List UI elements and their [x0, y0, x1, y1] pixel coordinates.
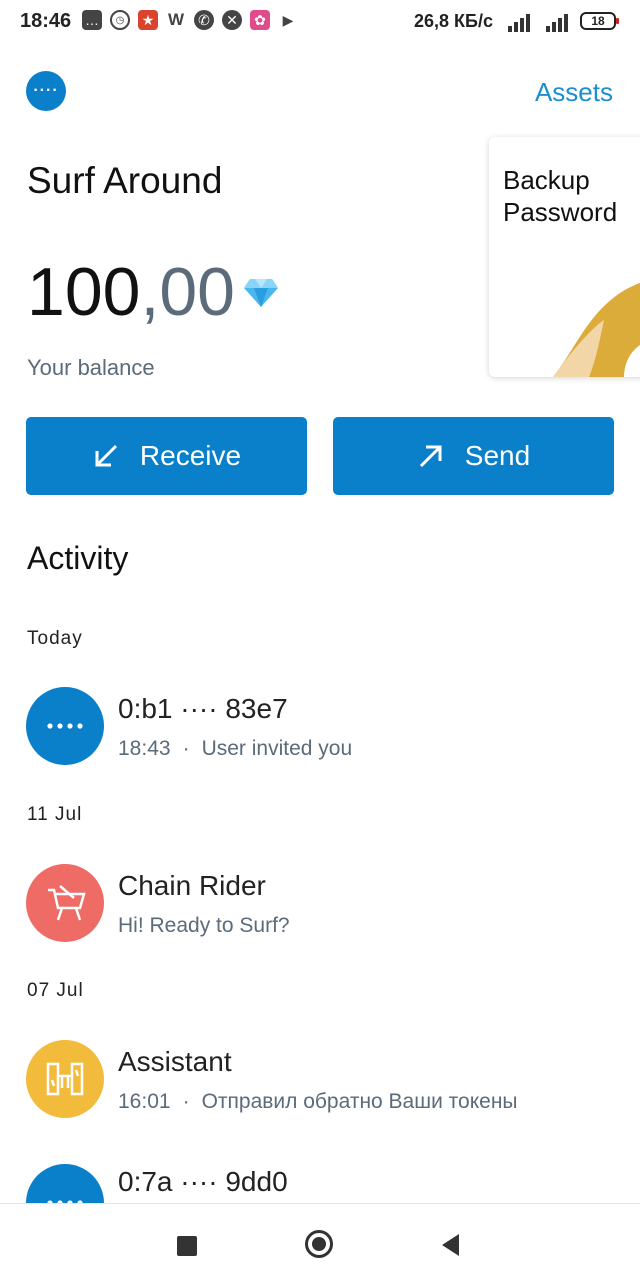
gem-icon [244, 279, 278, 307]
activity-item[interactable]: Chain Rider Hi! Ready to Surf? [26, 864, 626, 944]
status-time: 18:46 [20, 10, 72, 32]
balance-amount: 100,00 [27, 253, 235, 331]
gallery-icon: ✿ [250, 10, 270, 30]
balance-integer: 100 [27, 254, 141, 330]
assistant-icon [26, 1040, 104, 1118]
system-nav-bar [0, 1203, 640, 1281]
send-label: Send [464, 440, 531, 471]
activity-item-time: 18:43 [118, 737, 171, 760]
activity-item-title: 0:b1 ···· 83e7 [118, 693, 288, 724]
arrow-up-right-icon [419, 445, 442, 468]
separator-dot: · [182, 1090, 190, 1113]
play-icon: ▶ [282, 11, 294, 28]
activity-title: Activity [27, 540, 129, 576]
wallet-name: Surf Around [27, 160, 223, 201]
date-header: Today [27, 628, 83, 649]
separator-dot: · [182, 737, 190, 760]
receive-button[interactable]: Receive [26, 417, 307, 495]
ellipsis-icon [26, 687, 104, 765]
menu-button[interactable]: ···· [26, 71, 66, 111]
activity-item-time: 16:01 [118, 1090, 171, 1113]
activity-item-message: User invited you [201, 737, 353, 760]
back-icon[interactable] [442, 1234, 459, 1256]
app-icon: ★ [138, 10, 158, 30]
home-icon[interactable] [305, 1230, 333, 1258]
backup-card-illustration [553, 283, 640, 377]
date-header: 11 Jul [27, 804, 83, 825]
battery-icon: 18 [580, 12, 619, 30]
shortcut-icon: ✕ [222, 10, 242, 30]
backup-card-title: Backup Password [503, 165, 618, 227]
backup-password-card[interactable]: Backup Password [489, 137, 640, 377]
status-bar: 18:46 … ◷ ★ W ✆ ✕ ✿ ▶ 26,8 КБ/с 18 [0, 0, 640, 46]
assets-link[interactable]: Assets [535, 77, 613, 108]
activity-item-subtitle: 18:43 · User invited you [118, 737, 352, 761]
whatsapp-icon: ✆ [194, 10, 214, 30]
activity-item-title: Assistant [118, 1046, 232, 1077]
receive-label: Receive [139, 440, 242, 471]
send-button[interactable]: Send [333, 417, 614, 495]
activity-item-subtitle: 16:01 · Отправил обратно Ваши токены [118, 1090, 518, 1114]
date-header: 07 Jul [27, 980, 84, 1001]
network-speed: 26,8 КБ/с [414, 11, 493, 31]
alarm-icon: ◷ [110, 10, 130, 30]
activity-item[interactable]: Assistant 16:01 · Отправил обратно Ваши то… [26, 1040, 626, 1120]
activity-item[interactable]: 0:b1 ···· 83e7 18:43 · User invited you [26, 687, 626, 767]
message-icon: … [82, 10, 102, 30]
arrow-down-left-icon [95, 444, 117, 467]
recents-icon[interactable] [177, 1236, 197, 1256]
activity-item-message: Отправил обратно Ваши токены [201, 1090, 518, 1113]
balance-label: Your balance [27, 355, 155, 380]
cart-icon [26, 864, 104, 942]
w-app-icon: W [167, 10, 185, 29]
signal-icon [508, 14, 568, 32]
activity-item-title: 0:7a ···· 9dd0 [118, 1166, 288, 1197]
balance-decimal: ,00 [140, 254, 235, 330]
notification-icons: … ◷ ★ W ✆ ✕ ✿ ▶ [82, 10, 298, 30]
activity-item-message: Hi! Ready to Surf? [118, 914, 290, 937]
activity-item-title: Chain Rider [118, 870, 266, 901]
